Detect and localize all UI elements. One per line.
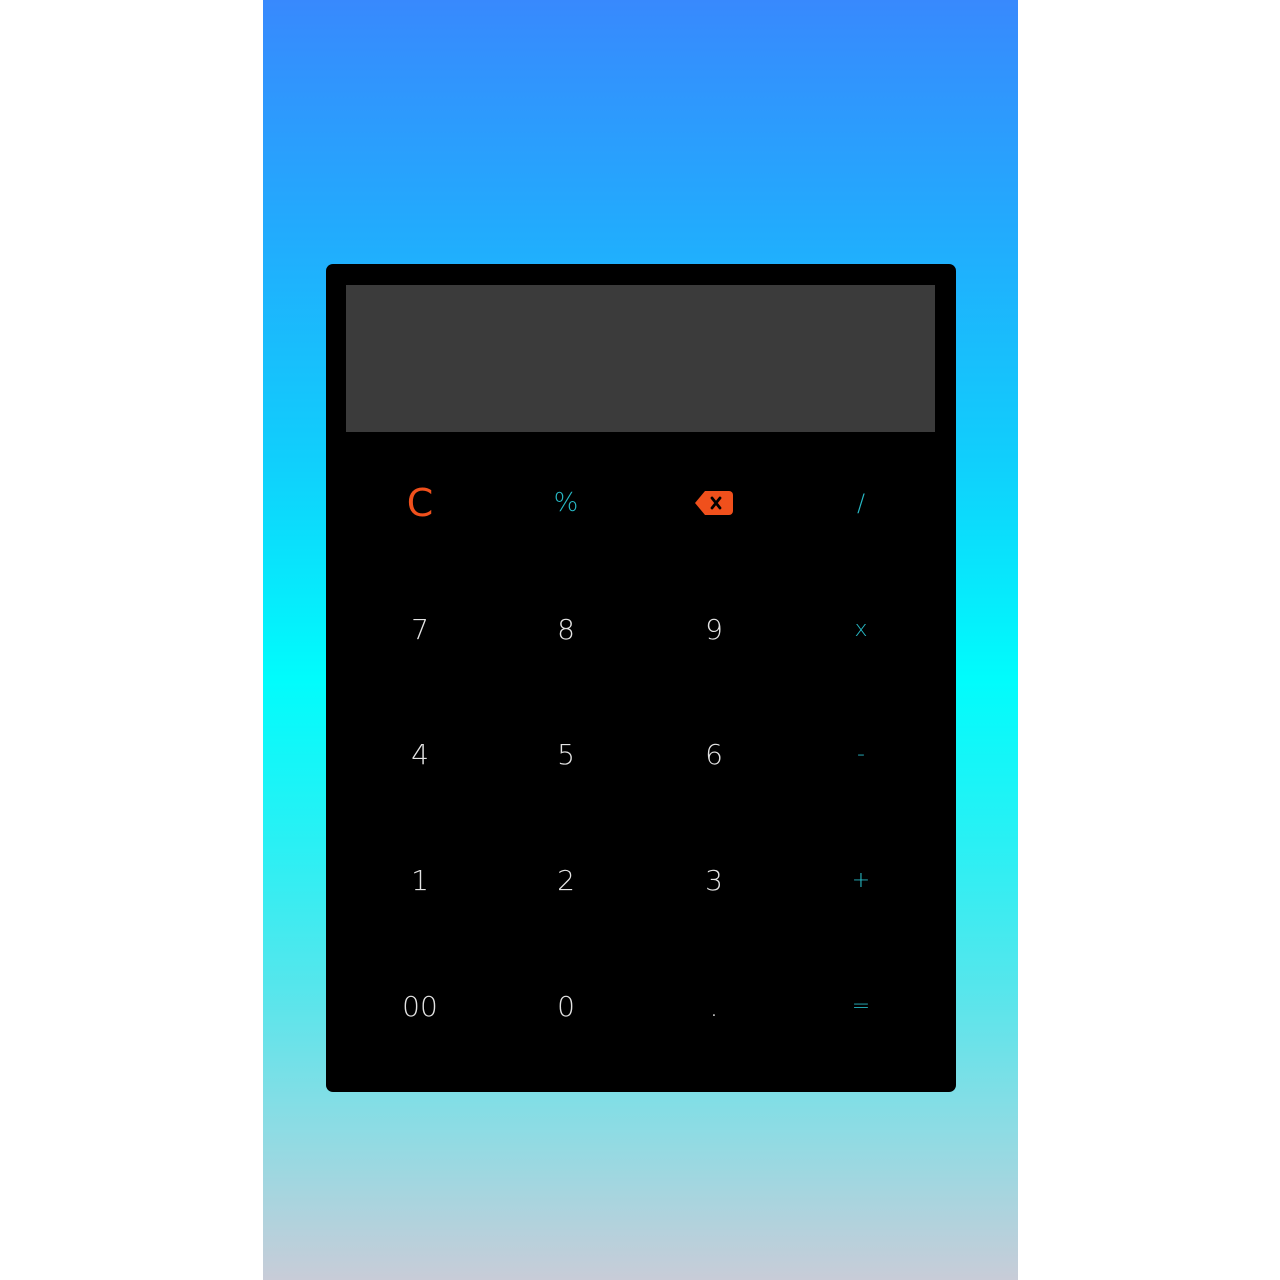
clear-button[interactable]: C [360, 463, 480, 543]
digit-2-button[interactable]: 2 [506, 840, 626, 920]
digit-3-button[interactable]: 3 [654, 840, 774, 920]
decimal-button[interactable]: . [654, 966, 774, 1046]
divide-button[interactable]: / [801, 463, 921, 543]
percent-button[interactable]: % [506, 463, 626, 543]
digit-6-button[interactable]: 6 [654, 714, 774, 794]
digit-1-button[interactable]: 1 [360, 840, 480, 920]
backspace-button[interactable] [654, 463, 774, 543]
keypad: C % / 7 8 9 x 4 5 6 - 1 2 3 + 00 0 . = [346, 440, 935, 1068]
digit-5-button[interactable]: 5 [506, 714, 626, 794]
digit-7-button[interactable]: 7 [360, 589, 480, 669]
add-button[interactable]: + [801, 840, 921, 920]
digit-8-button[interactable]: 8 [506, 589, 626, 669]
subtract-button[interactable]: - [801, 714, 921, 794]
multiply-button[interactable]: x [801, 589, 921, 669]
digit-4-button[interactable]: 4 [360, 714, 480, 794]
calculator-display [346, 285, 935, 432]
digit-0-button[interactable]: 0 [506, 966, 626, 1046]
double-zero-button[interactable]: 00 [360, 966, 480, 1046]
digit-9-button[interactable]: 9 [654, 589, 774, 669]
calculator-body: C % / 7 8 9 x 4 5 6 - 1 2 3 + 00 0 . = [326, 264, 956, 1092]
backspace-icon [694, 490, 734, 516]
equals-button[interactable]: = [801, 966, 921, 1046]
